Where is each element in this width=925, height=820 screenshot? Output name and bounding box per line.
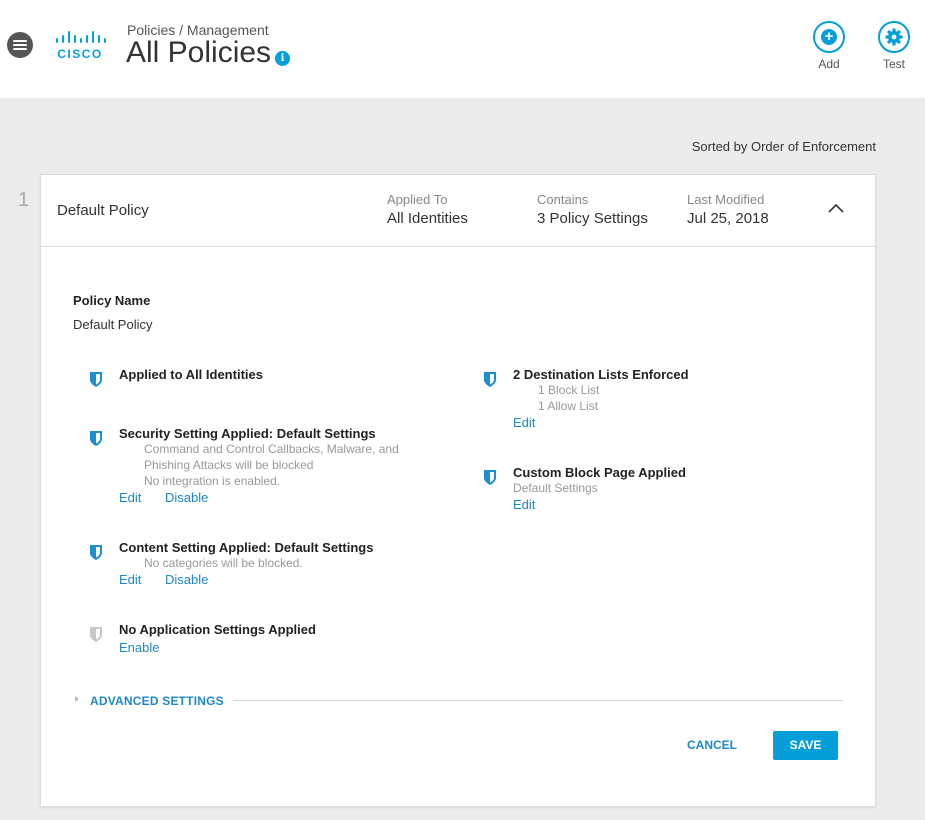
cancel-button[interactable]: CANCEL — [687, 738, 737, 752]
info-icon[interactable]: i — [275, 51, 290, 66]
policy-name-value: Default Policy — [73, 317, 153, 332]
policy-card-header[interactable]: Default Policy Applied To All Identities… — [41, 175, 875, 247]
policy-card: Default Policy Applied To All Identities… — [40, 174, 876, 807]
shield-icon — [90, 431, 102, 446]
security-edit-link[interactable]: Edit — [119, 490, 141, 505]
destinations-desc-line: 1 Block List — [538, 383, 600, 397]
test-label: Test — [882, 57, 905, 71]
gear-icon — [885, 28, 903, 46]
identities-title: Applied to All Identities — [119, 367, 263, 382]
save-button[interactable]: SAVE — [773, 731, 838, 760]
policy-name-label: Policy Name — [73, 293, 151, 308]
destinations-title: 2 Destination Lists Enforced — [513, 367, 689, 382]
add-button[interactable]: + Add — [806, 21, 852, 71]
content-edit-link[interactable]: Edit — [119, 572, 141, 587]
shield-icon — [484, 470, 496, 485]
sort-order-label: Sorted by Order of Enforcement — [691, 139, 876, 154]
gear-icon-circle[interactable] — [878, 21, 910, 53]
cisco-logo-bars — [56, 31, 106, 43]
shield-icon — [484, 372, 496, 387]
last-modified-label: Last Modified — [687, 192, 765, 207]
caret-right-icon[interactable] — [75, 696, 79, 702]
destinations-desc-line: 1 Allow List — [538, 399, 599, 413]
security-desc-line: No integration is enabled. — [144, 474, 281, 488]
shield-icon — [90, 627, 102, 642]
content-desc: No categories will be blocked. — [144, 556, 303, 570]
application-enable-link[interactable]: Enable — [119, 640, 159, 655]
contains-value: 3 Policy Settings — [537, 210, 648, 227]
advanced-divider — [233, 700, 843, 701]
security-title: Security Setting Applied: Default Settin… — [119, 426, 376, 441]
shield-icon — [90, 372, 102, 387]
content-disable-link[interactable]: Disable — [165, 572, 208, 587]
chevron-up-icon[interactable] — [827, 201, 845, 215]
destinations-edit-link[interactable]: Edit — [513, 415, 535, 430]
test-button[interactable]: Test — [871, 21, 917, 71]
security-disable-link[interactable]: Disable — [165, 490, 208, 505]
contains-label: Contains — [537, 192, 589, 207]
contains-meta: Contains 3 Policy Settings — [537, 192, 648, 227]
page-title: All Policies — [126, 36, 272, 69]
cisco-logo-text: CISCO — [57, 47, 103, 61]
content-title: Content Setting Applied: Default Setting… — [119, 540, 374, 555]
policy-index: 1 — [18, 189, 30, 211]
applied-to-meta: Applied To All Identities — [387, 192, 468, 227]
policy-name: Default Policy — [57, 202, 149, 219]
last-modified-value: Jul 25, 2018 — [687, 210, 769, 227]
block-page-title: Custom Block Page Applied — [513, 465, 686, 480]
add-circle-icon[interactable]: + — [813, 21, 845, 53]
last-modified-meta: Last Modified Jul 25, 2018 — [687, 192, 769, 227]
add-label: Add — [818, 57, 840, 71]
plus-glyph: + — [821, 29, 837, 45]
shield-icon — [90, 545, 102, 560]
security-desc-line: Command and Control Callbacks, Malware, … — [144, 442, 399, 456]
block-page-edit-link[interactable]: Edit — [513, 497, 535, 512]
menu-icon[interactable] — [7, 32, 33, 58]
advanced-settings-toggle[interactable]: ADVANCED SETTINGS — [90, 694, 224, 708]
applied-to-label: Applied To — [387, 192, 448, 207]
block-page-desc: Default Settings — [513, 481, 598, 495]
security-desc-line: Phishing Attacks will be blocked — [144, 458, 314, 472]
application-title: No Application Settings Applied — [119, 622, 316, 637]
app-header: CISCO Policies / Management All Policies… — [0, 0, 925, 98]
cisco-logo: CISCO — [52, 30, 108, 62]
applied-to-value: All Identities — [387, 210, 468, 227]
